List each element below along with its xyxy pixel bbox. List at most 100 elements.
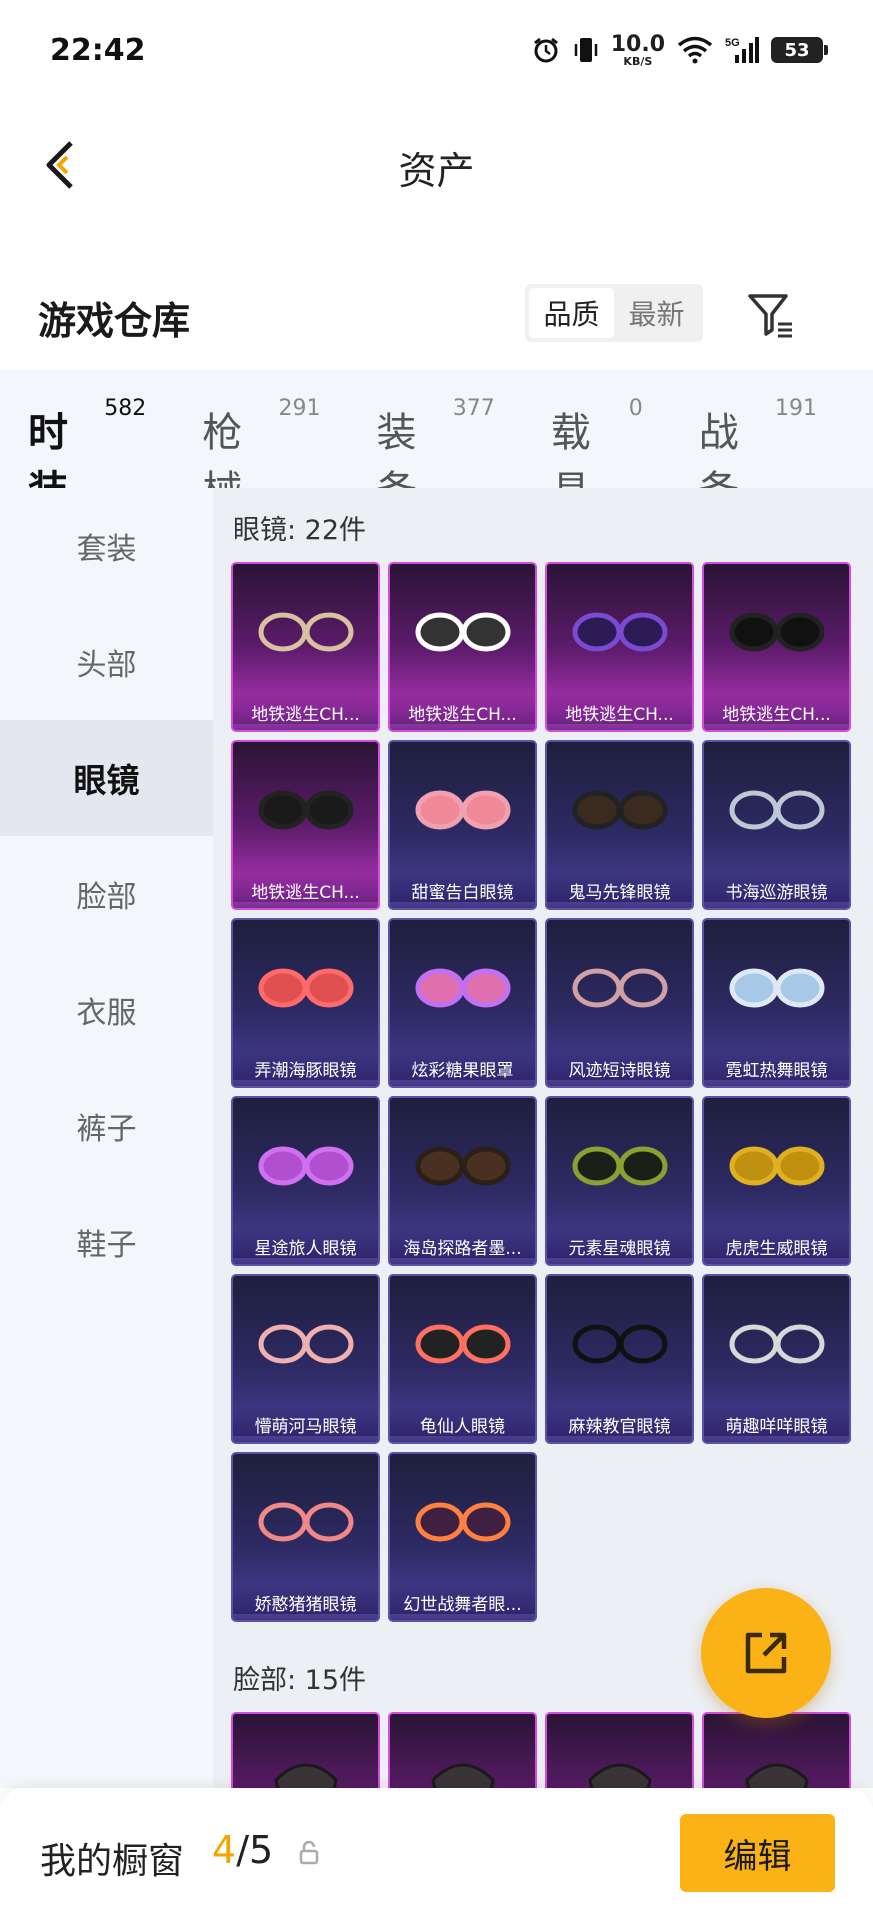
item-name: 地铁逃生CH... xyxy=(233,872,378,908)
sidebar-item[interactable]: 眼镜 xyxy=(0,720,213,836)
double-glasses-icon xyxy=(704,1276,849,1408)
battery-indicator: 53 xyxy=(771,37,828,63)
item-card[interactable]: 地铁逃生CH... xyxy=(231,740,380,910)
sort-newest-option[interactable]: 最新 xyxy=(614,288,699,338)
item-name: 元素星魂眼镜 xyxy=(547,1228,692,1264)
bottom-bar: 我的橱窗 4/5 编辑 xyxy=(0,1788,873,1920)
warehouse-title: 游戏仓库 xyxy=(38,299,191,343)
lock-icon[interactable] xyxy=(298,1840,320,1870)
sidebar-item[interactable]: 鞋子 xyxy=(0,1184,213,1300)
iridescent-sunglasses-icon xyxy=(390,1454,535,1586)
share-fab[interactable] xyxy=(701,1588,831,1718)
item-name: 懵萌河马眼镜 xyxy=(233,1406,378,1442)
red-frame-sunglasses-icon xyxy=(390,1276,535,1408)
tech-glasses-icon xyxy=(233,742,378,874)
item-card[interactable]: 萌趣咩咩眼镜 xyxy=(702,1274,851,1444)
white-goggles-icon xyxy=(390,564,535,696)
showcase-count: 4/5 xyxy=(212,1828,274,1872)
visor-icon xyxy=(547,564,692,696)
item-name: 炫彩糖果眼罩 xyxy=(390,1050,535,1086)
ice-goggles-icon xyxy=(704,920,849,1052)
sidebar-item[interactable]: 套装 xyxy=(0,488,213,604)
item-card[interactable]: 懵萌河马眼镜 xyxy=(231,1274,380,1444)
item-card[interactable]: 幻世战舞者眼... xyxy=(388,1452,537,1622)
item-name: 地铁逃生CH... xyxy=(704,694,849,730)
item-card[interactable]: 书海巡游眼镜 xyxy=(702,740,851,910)
group-label: 脸部: 15件 xyxy=(233,1665,367,1696)
item-card[interactable]: 海岛探路者墨... xyxy=(388,1096,537,1266)
share-external-icon xyxy=(745,1632,787,1674)
black-mask-icon xyxy=(547,1714,692,1788)
item-card[interactable]: 霓虹热舞眼镜 xyxy=(702,918,851,1088)
heart-glasses-icon xyxy=(233,1276,378,1408)
status-time: 22:42 xyxy=(50,32,146,68)
top-nav: 资产 xyxy=(0,110,873,220)
item-card[interactable] xyxy=(231,1712,380,1788)
item-name: 娇憨猪猪眼镜 xyxy=(233,1584,378,1620)
item-name: 星途旅人眼镜 xyxy=(233,1228,378,1264)
item-card[interactable]: 地铁逃生CH... xyxy=(545,562,694,732)
wifi-icon xyxy=(677,36,713,64)
tab-count: 377 xyxy=(452,396,495,421)
round-reading-glasses-icon xyxy=(704,742,849,874)
item-card[interactable]: 地铁逃生CH... xyxy=(231,562,380,732)
edit-button[interactable]: 编辑 xyxy=(680,1814,835,1892)
item-card[interactable]: 龟仙人眼镜 xyxy=(388,1274,537,1444)
purple-visor-icon xyxy=(233,1098,378,1230)
item-name: 鬼马先锋眼镜 xyxy=(547,872,692,908)
filter-icon xyxy=(748,294,792,338)
pink-round-glasses-icon xyxy=(390,742,535,874)
item-name: 书海巡游眼镜 xyxy=(704,872,849,908)
showcase-current: 4 xyxy=(212,1828,237,1872)
signal-icon: 5G xyxy=(725,35,759,65)
item-name: 麻辣教官眼镜 xyxy=(547,1406,692,1442)
sidebar-item[interactable]: 衣服 xyxy=(0,952,213,1068)
sidebar-item[interactable]: 裤子 xyxy=(0,1068,213,1184)
rect-black-glasses-icon xyxy=(547,1276,692,1408)
candy-eye-mask-icon xyxy=(390,920,535,1052)
item-card[interactable] xyxy=(388,1712,537,1788)
category-tabs: 时装582枪械291装备377载具0战备191 xyxy=(0,370,873,514)
item-name: 幻世战舞者眼... xyxy=(390,1584,535,1620)
item-card[interactable]: 星途旅人眼镜 xyxy=(231,1096,380,1266)
filter-button[interactable] xyxy=(740,284,800,344)
red-round-sunglasses-icon xyxy=(233,920,378,1052)
tab-count: 0 xyxy=(628,396,643,421)
pink-tint-glasses-icon xyxy=(547,920,692,1052)
item-card[interactable] xyxy=(545,1712,694,1788)
brown-sunglasses-icon xyxy=(390,1098,535,1230)
item-card[interactable]: 虎虎生威眼镜 xyxy=(702,1096,851,1266)
item-name: 风迹短诗眼镜 xyxy=(547,1050,692,1086)
face-mask-icon xyxy=(233,1714,378,1788)
warehouse-header: 游戏仓库 品质 最新 xyxy=(0,270,873,360)
sidebar-item[interactable]: 头部 xyxy=(0,604,213,720)
net-speed: 10.0 KB/S xyxy=(610,31,665,68)
group-label: 眼镜: 22件 xyxy=(233,515,367,546)
item-name: 甜蜜告白眼镜 xyxy=(390,872,535,908)
item-name: 龟仙人眼镜 xyxy=(390,1406,535,1442)
item-card[interactable]: 弄潮海豚眼镜 xyxy=(231,918,380,1088)
shutter-shades-icon xyxy=(704,564,849,696)
tab-count: 291 xyxy=(278,396,321,421)
item-card[interactable]: 麻辣教官眼镜 xyxy=(545,1274,694,1444)
item-name: 地铁逃生CH... xyxy=(233,694,378,730)
item-card[interactable]: 炫彩糖果眼罩 xyxy=(388,918,537,1088)
item-card[interactable]: 风迹短诗眼镜 xyxy=(545,918,694,1088)
item-card[interactable]: 娇憨猪猪眼镜 xyxy=(231,1452,380,1622)
item-card[interactable]: 甜蜜告白眼镜 xyxy=(388,740,537,910)
item-card[interactable]: 鬼马先锋眼镜 xyxy=(545,740,694,910)
item-card[interactable]: 元素星魂眼镜 xyxy=(545,1096,694,1266)
sidebar-item[interactable]: 脸部 xyxy=(0,836,213,952)
item-card[interactable] xyxy=(702,1712,851,1788)
item-grid xyxy=(231,1712,851,1788)
tab-count: 582 xyxy=(104,396,147,421)
item-card[interactable]: 地铁逃生CH... xyxy=(388,562,537,732)
sidebar: 套装 头部 眼镜 脸部 衣服 裤子 鞋子 xyxy=(0,488,213,1788)
item-grid: 地铁逃生CH... 地铁逃生CH... 地铁逃生CH... 地铁逃生CH... 地铁逃生… xyxy=(231,562,851,1622)
dark-sunglasses-icon xyxy=(547,742,692,874)
item-card[interactable]: 地铁逃生CH... xyxy=(702,562,851,732)
gold-goggles-icon xyxy=(704,1098,849,1230)
sort-quality-option[interactable]: 品质 xyxy=(529,288,614,338)
item-name: 海岛探路者墨... xyxy=(390,1228,535,1264)
showcase-label: 我的橱窗 xyxy=(40,1841,185,1882)
